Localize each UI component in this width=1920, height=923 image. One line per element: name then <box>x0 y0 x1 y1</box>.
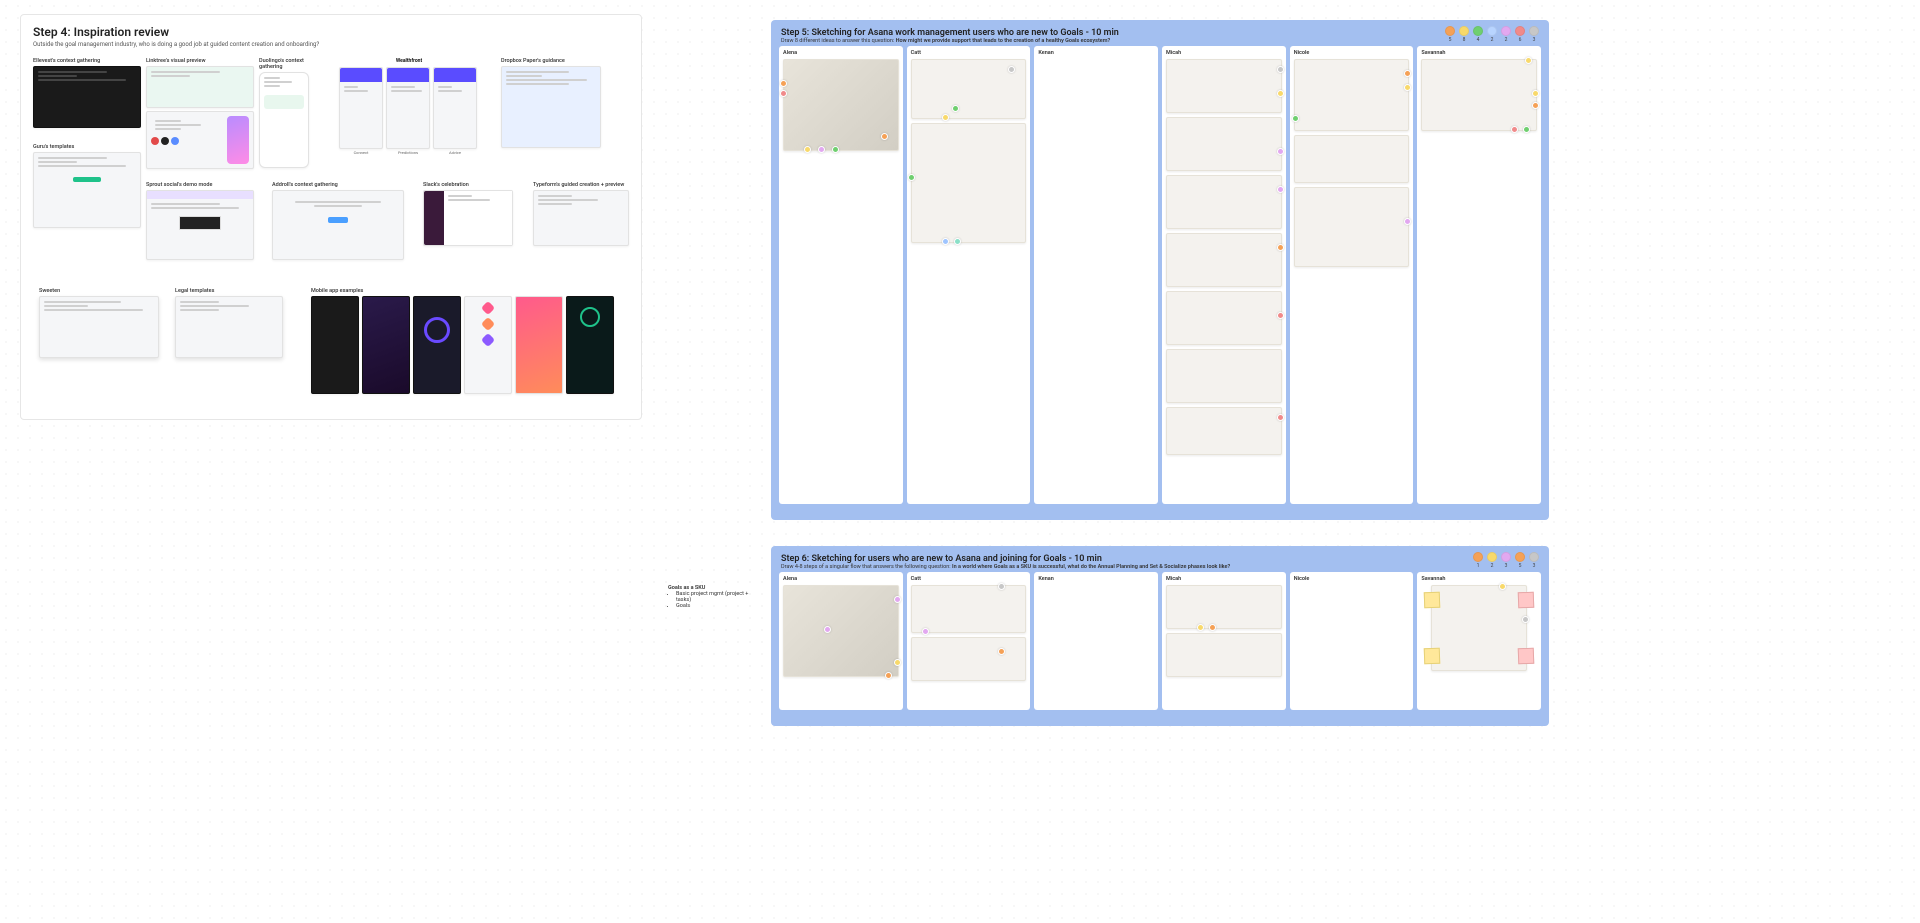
step4-title: Step 4: Inspiration review <box>33 25 629 39</box>
sketch-image[interactable] <box>1166 349 1282 403</box>
sketch-column-alena[interactable]: Alena <box>779 46 903 504</box>
sketch-image[interactable] <box>911 59 1027 119</box>
comment-pill[interactable] <box>1487 26 1497 36</box>
insp-label: Legal templates <box>175 288 283 294</box>
thumb-mobile-4[interactable] <box>464 296 512 394</box>
step5-comment-pills: 5 8 4 2 2 6 3 <box>1445 26 1539 43</box>
step6-title: Step 6: Sketching for users who are new … <box>781 554 1539 564</box>
insp-label: Mobile app examples <box>311 288 641 294</box>
insp-label: Slack's celebration <box>423 182 513 188</box>
thumb-ellevest[interactable] <box>33 66 141 128</box>
sketch-image[interactable] <box>1166 633 1282 677</box>
insp-label: Duolingo's context gathering <box>259 58 309 70</box>
sketch-column-alena[interactable]: Alena <box>779 572 903 710</box>
thumb-mobile-1[interactable] <box>311 296 359 394</box>
thumb-linktree-2[interactable] <box>146 111 254 169</box>
comment-pill[interactable] <box>1501 26 1511 36</box>
thumb-mobile-5[interactable] <box>515 296 563 394</box>
thumb-addroll[interactable] <box>272 190 404 260</box>
comment-pill[interactable] <box>1529 552 1539 562</box>
step4-panel[interactable]: Step 4: Inspiration review Outside the g… <box>20 14 642 420</box>
step6-comment-pills: 1 2 3 5 3 <box>1473 552 1539 569</box>
thumb-linktree-1[interactable] <box>146 66 254 108</box>
comment-pill[interactable] <box>1445 26 1455 36</box>
sketch-image[interactable] <box>1166 291 1282 345</box>
sketch-image[interactable] <box>783 585 899 677</box>
comment-pill[interactable] <box>1515 552 1525 562</box>
sketch-image[interactable] <box>1421 59 1537 131</box>
wealthfront-header: Wealthfront <box>339 58 479 64</box>
sketch-column-micah[interactable]: Micah <box>1162 572 1286 710</box>
step5-panel[interactable]: Step 5: Sketching for Asana work managem… <box>771 20 1549 520</box>
sketch-image[interactable] <box>783 59 899 151</box>
wf-label: Connect <box>339 150 383 155</box>
sketch-column-savannah[interactable]: Savannah <box>1417 46 1541 504</box>
comment-pill[interactable] <box>1501 552 1511 562</box>
comment-pill[interactable] <box>1515 26 1525 36</box>
wf-label: Advice <box>433 150 477 155</box>
sketch-image[interactable] <box>1294 187 1410 267</box>
sketch-image[interactable] <box>1166 175 1282 229</box>
thumb-typeform[interactable] <box>533 190 629 246</box>
sketch-image[interactable] <box>1294 59 1410 131</box>
comment-pill[interactable] <box>1459 26 1469 36</box>
thumb-guru[interactable] <box>33 152 141 228</box>
thumb-mobile-6[interactable] <box>566 296 614 394</box>
thumb-duolingo[interactable] <box>259 72 309 168</box>
insp-label: Ellevest's context gathering <box>33 58 141 64</box>
sketch-column-kenan[interactable]: Kenan <box>1034 572 1158 710</box>
sketch-image[interactable] <box>1166 233 1282 287</box>
thumb-mobile-3[interactable] <box>413 296 461 394</box>
goals-sku-note[interactable]: Goals as a SKU Basic project mgmt (proje… <box>668 585 758 609</box>
insp-label: Dropbox Paper's guidance <box>501 58 601 64</box>
sketch-image[interactable] <box>1166 59 1282 113</box>
insp-label: Sweeten <box>39 288 159 294</box>
insp-label: Typeform's guided creation + preview <box>533 182 629 188</box>
sketch-column-nicole[interactable]: Nicole <box>1290 46 1414 504</box>
sketch-column-catt[interactable]: Catt <box>907 572 1031 710</box>
thumb-legal[interactable] <box>175 296 283 358</box>
sketch-image[interactable] <box>1166 407 1282 455</box>
sketch-image[interactable] <box>911 123 1027 243</box>
note-list: Basic project mgmt (project + tasks) Goa… <box>668 591 758 609</box>
comment-pill[interactable] <box>1487 552 1497 562</box>
step5-subtitle: Draw 8 different ideas to answer this qu… <box>781 38 1539 44</box>
insp-label: Addroll's context gathering <box>272 182 404 188</box>
sketch-column-kenan[interactable]: Kenan <box>1034 46 1158 504</box>
inspiration-grid: Ellevest's context gathering Linktree's … <box>33 58 629 418</box>
thumb-sweeten[interactable] <box>39 296 159 358</box>
wf-label: Predictions <box>386 150 430 155</box>
sketch-image[interactable] <box>1294 135 1410 183</box>
thumb-sprout[interactable] <box>146 190 254 260</box>
step5-title: Step 5: Sketching for Asana work managem… <box>781 28 1539 38</box>
insp-label: Sprout social's demo mode <box>146 182 254 188</box>
step4-subtitle: Outside the goal management industry, wh… <box>33 41 629 48</box>
sketch-image[interactable] <box>1166 117 1282 171</box>
thumb-wealthfront-2[interactable] <box>386 67 430 149</box>
sketch-column-micah[interactable]: Micah <box>1162 46 1286 504</box>
sketch-image[interactable] <box>911 637 1027 681</box>
thumb-dropbox[interactable] <box>501 66 601 148</box>
comment-pill[interactable] <box>1473 26 1483 36</box>
comment-pill[interactable] <box>1473 552 1483 562</box>
thumb-wealthfront-1[interactable] <box>339 67 383 149</box>
sketch-image[interactable] <box>1431 585 1527 671</box>
step6-panel[interactable]: Step 6: Sketching for users who are new … <box>771 546 1549 726</box>
insp-label: Guru's templates <box>33 144 141 150</box>
step6-subtitle: Draw 4-8 steps of a singular flow that a… <box>781 564 1539 570</box>
thumb-wealthfront-3[interactable] <box>433 67 477 149</box>
sketch-image[interactable] <box>1166 585 1282 629</box>
comment-pill[interactable] <box>1529 26 1539 36</box>
sketch-column-savannah[interactable]: Savannah <box>1417 572 1541 710</box>
thumb-slack[interactable] <box>423 190 513 246</box>
sketch-column-nicole[interactable]: Nicole <box>1290 572 1414 710</box>
thumb-mobile-2[interactable] <box>362 296 410 394</box>
sketch-column-catt[interactable]: Catt <box>907 46 1031 504</box>
insp-label: Linktree's visual preview <box>146 58 254 64</box>
sketch-image[interactable] <box>911 585 1027 633</box>
